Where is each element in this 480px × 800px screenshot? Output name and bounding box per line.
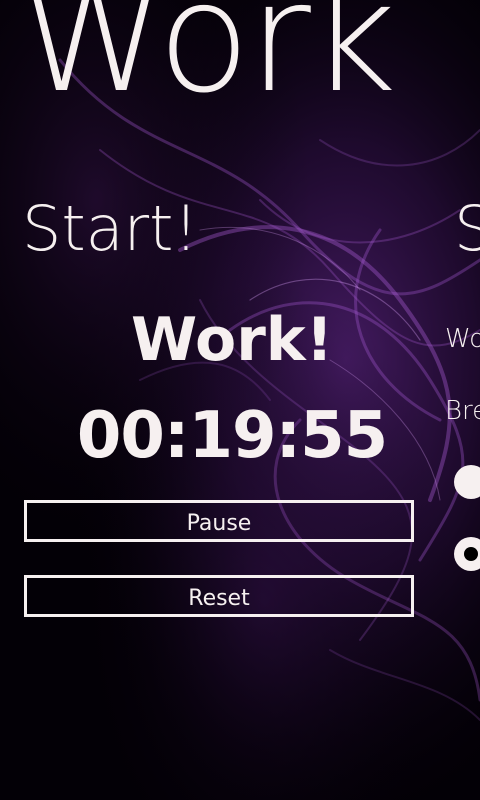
app-screen: Work Start! S Work! 00:19:55 Pause Reset… [0,0,480,800]
timer-mode-label: Work! [130,305,334,375]
pause-button[interactable]: Pause [24,500,414,542]
countdown-timer: 00:19:55 [76,399,388,473]
radio-option-unselected[interactable] [454,465,480,499]
settings-work-label-peek: Wo [445,324,480,354]
radio-option-selected[interactable] [454,537,480,571]
radio-selected-dot [464,547,478,561]
panorama-header-start: Start! [22,192,199,265]
settings-break-label-peek: Bre [445,396,480,426]
app-title: Work [18,0,397,126]
reset-button[interactable]: Reset [24,575,414,617]
panorama-header-next-peek[interactable]: S [454,198,480,260]
